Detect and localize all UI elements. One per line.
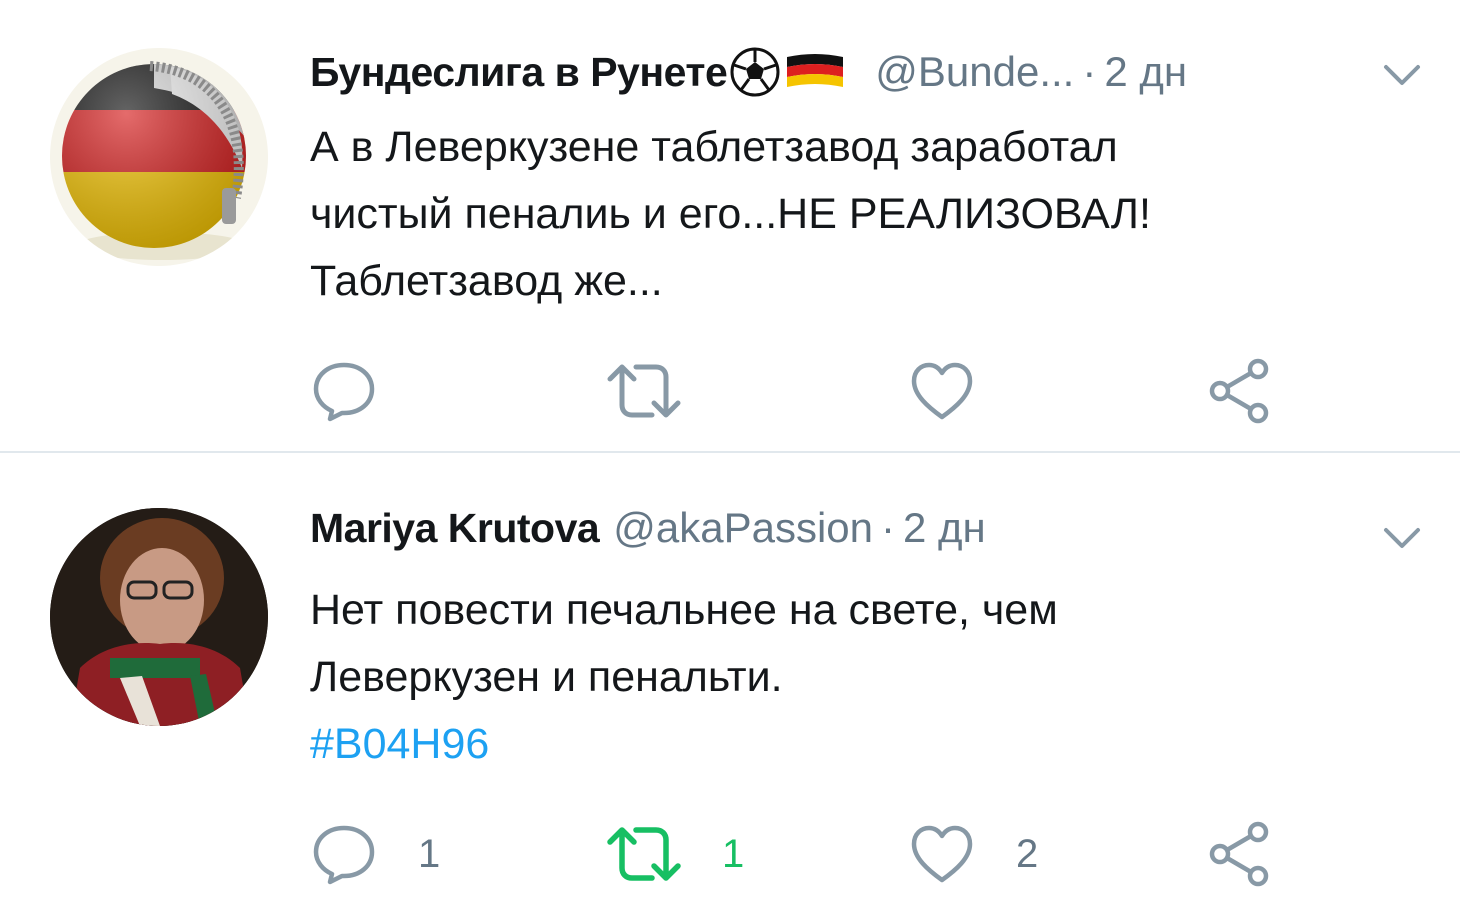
like-count: 2 <box>1016 831 1039 876</box>
retweet-count: 1 <box>722 831 745 876</box>
separator-dot: · <box>881 504 895 551</box>
reply-button[interactable] <box>310 356 418 426</box>
tweet-header: Бундеслига в Рунете @Bunde... · 2 дн <box>310 42 1420 102</box>
share-icon <box>1209 821 1269 887</box>
like-button[interactable] <box>908 356 1016 426</box>
chevron-down-icon[interactable] <box>1372 45 1432 105</box>
tweet-text-line: Нет повести печальнее на свете, чем <box>310 586 1058 634</box>
soccer-ball-icon <box>730 47 780 97</box>
profile-photo-image <box>50 508 268 726</box>
reply-icon <box>313 825 375 885</box>
display-name[interactable]: Mariya Krutova <box>310 505 600 552</box>
tweet-text-line: чистый пеналиь и его...НЕ РЕАЛИЗОВАЛ! <box>310 190 1151 238</box>
tweet-actions <box>310 356 1310 426</box>
share-icon <box>1209 358 1269 424</box>
retweet-button[interactable]: 1 <box>606 819 744 889</box>
reply-button[interactable]: 1 <box>310 819 440 889</box>
tweet-header: Mariya Krutova @akaPassion · 2 дн <box>310 498 1420 558</box>
chevron-down-icon[interactable] <box>1372 508 1432 568</box>
user-handle[interactable]: @Bunde... <box>875 48 1074 96</box>
share-button[interactable] <box>1206 356 1274 426</box>
avatar[interactable] <box>50 48 268 266</box>
tweet-text: Нет повести печальнее на свете, чем Леве… <box>310 577 1340 778</box>
tweet-text-line: А в Леверкузене таблетзавод заработал <box>310 123 1118 171</box>
tweet[interactable]: Бундеслига в Рунете @Bunde... · 2 дн А в… <box>0 0 1460 452</box>
timestamp[interactable]: 2 дн <box>1104 48 1187 96</box>
tweet-text-line: Леверкузен и пенальти. <box>310 653 783 701</box>
hashtag-link[interactable]: #B04H96 <box>310 711 1340 778</box>
zipped-ball-germany-flag-image <box>62 61 248 260</box>
reply-count: 1 <box>418 831 441 876</box>
avatar[interactable] <box>50 508 268 726</box>
tweet-text: А в Леверкузене таблетзавод заработал чи… <box>310 114 1340 315</box>
tweet[interactable]: Mariya Krutova @akaPassion · 2 дн Нет по… <box>0 453 1460 898</box>
tweet-actions: 1 1 2 <box>310 819 1310 889</box>
retweet-icon <box>607 827 681 881</box>
tweet-text-line: Таблетзавод же... <box>310 257 663 305</box>
share-button[interactable] <box>1206 819 1274 889</box>
emoji-group <box>729 46 845 98</box>
reply-icon <box>313 362 375 422</box>
german-flag-icon <box>787 54 844 87</box>
like-icon <box>911 362 973 420</box>
like-button[interactable]: 2 <box>908 819 1038 889</box>
separator-dot: · <box>1082 48 1097 95</box>
retweet-button[interactable] <box>606 356 722 426</box>
retweet-icon <box>607 364 681 418</box>
user-handle[interactable]: @akaPassion <box>613 504 873 552</box>
like-icon <box>911 825 973 883</box>
display-name[interactable]: Бундеслига в Рунете <box>310 49 728 96</box>
timestamp[interactable]: 2 дн <box>903 504 986 552</box>
